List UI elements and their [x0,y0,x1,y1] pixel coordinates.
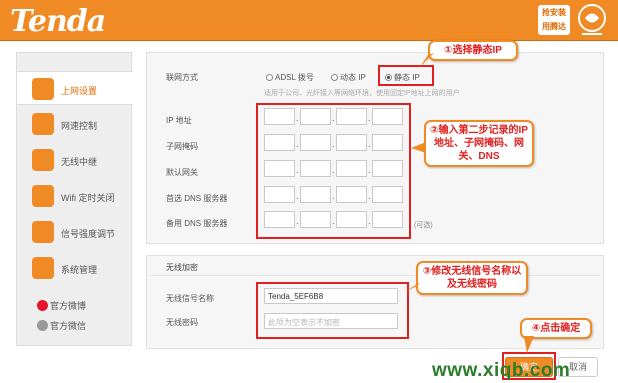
radio-dot [331,74,338,81]
callout-step-1: ①选择静态IP [428,40,518,61]
callout-arrow-2 [411,142,426,153]
sidebar-item-label: 上网设置 [61,86,98,96]
sidebar-item-label: Wifi 定时关闭 [61,193,115,203]
sidebar-item-wifi-schedule[interactable]: Wifi 定时关闭 [17,179,133,213]
sidebar-item-speed-control[interactable]: 网速控制 [17,107,133,141]
callout-step-3-text: ③修改无线信号名称以及无线密码 [422,266,522,290]
tenda-logo: Tenda [10,4,106,39]
weibo-label: 官方微博 [50,301,87,311]
annotation-box-wireless-fields [256,282,409,339]
wireless-section-title: 无线加密 [166,263,198,272]
watermark-text: www.xiqb.com [432,360,571,381]
sidebar-item-signal-strength[interactable]: 信号强度调节 [17,215,133,249]
wifi-relay-icon [32,149,54,171]
optional-hint: (可选) [414,222,433,229]
gateway-label: 默认网关 [166,168,198,177]
connection-type-hint: 适用于公司、光纤接入等网络环境，使用固定IP地址上网的用户 [264,90,460,97]
badge-line-2: 用腾达 [542,22,566,31]
radio-dynamic-ip-label: 动态 IP [340,73,366,82]
gear-icon [32,257,54,279]
sidebar-item-label: 网速控制 [61,121,98,131]
annotation-box-ip-fields [256,103,411,239]
sidebar-item-internet-settings[interactable]: 上网设置 [17,71,133,105]
sidebar-item-wireless-repeater[interactable]: 无线中继 [17,143,133,177]
callout-arrow-3 [405,282,420,292]
weibo-icon [37,300,48,311]
callout-step-1-text: ①选择静态IP [444,45,502,56]
section-divider [150,275,600,276]
ip-address-label: IP 地址 [166,116,192,125]
header-bar: Tenda 抢安装 用腾达 [0,0,618,41]
seal-icon [578,4,606,35]
sidebar-item-label: 系统管理 [61,265,98,275]
clock-icon [32,185,54,207]
callout-step-4-text: ④点击确定 [531,323,581,334]
callout-step-3: ③修改无线信号名称以及无线密码 [416,261,528,295]
weibo-link[interactable]: 官方微博 [37,299,86,312]
wechat-label: 官方微信 [50,321,87,331]
connection-type-label: 联网方式 [166,73,198,82]
callout-arrow-4 [524,336,534,353]
install-badge: 抢安装 用腾达 [538,5,570,35]
speed-wave-icon [32,113,54,135]
callout-step-2-text: ②输入第二步记录的IP地址、子网掩码、网关、DNS [430,125,528,162]
ssid-label: 无线信号名称 [166,294,214,303]
callout-step-2: ②输入第二步记录的IP地址、子网掩码、网关、DNS [424,120,534,167]
sidebar: 上网设置 网速控制 无线中继 Wifi 定时关闭 信号强度调节 系统管理 官方微… [16,52,133,346]
secondary-dns-label: 备用 DNS 服务器 [166,219,228,228]
signal-icon [32,221,54,243]
radio-dynamic-ip[interactable]: 动态 IP [331,72,366,83]
wechat-icon [37,320,48,331]
sidebar-item-label: 无线中继 [61,157,98,167]
subnet-mask-label: 子网掩码 [166,142,198,151]
sidebar-item-label: 信号强度调节 [61,229,116,239]
callout-arrow-1 [420,53,434,67]
ie-icon [32,78,54,100]
primary-dns-label: 首选 DNS 服务器 [166,194,228,203]
badge-line-1: 抢安装 [542,8,566,17]
radio-adsl[interactable]: ADSL 拨号 [266,72,314,83]
radio-adsl-label: ADSL 拨号 [275,73,314,82]
sidebar-item-system-management[interactable]: 系统管理 [17,251,133,285]
radio-dot [266,74,273,81]
wechat-link[interactable]: 官方微信 [37,319,86,332]
wireless-password-label: 无线密码 [166,318,198,327]
